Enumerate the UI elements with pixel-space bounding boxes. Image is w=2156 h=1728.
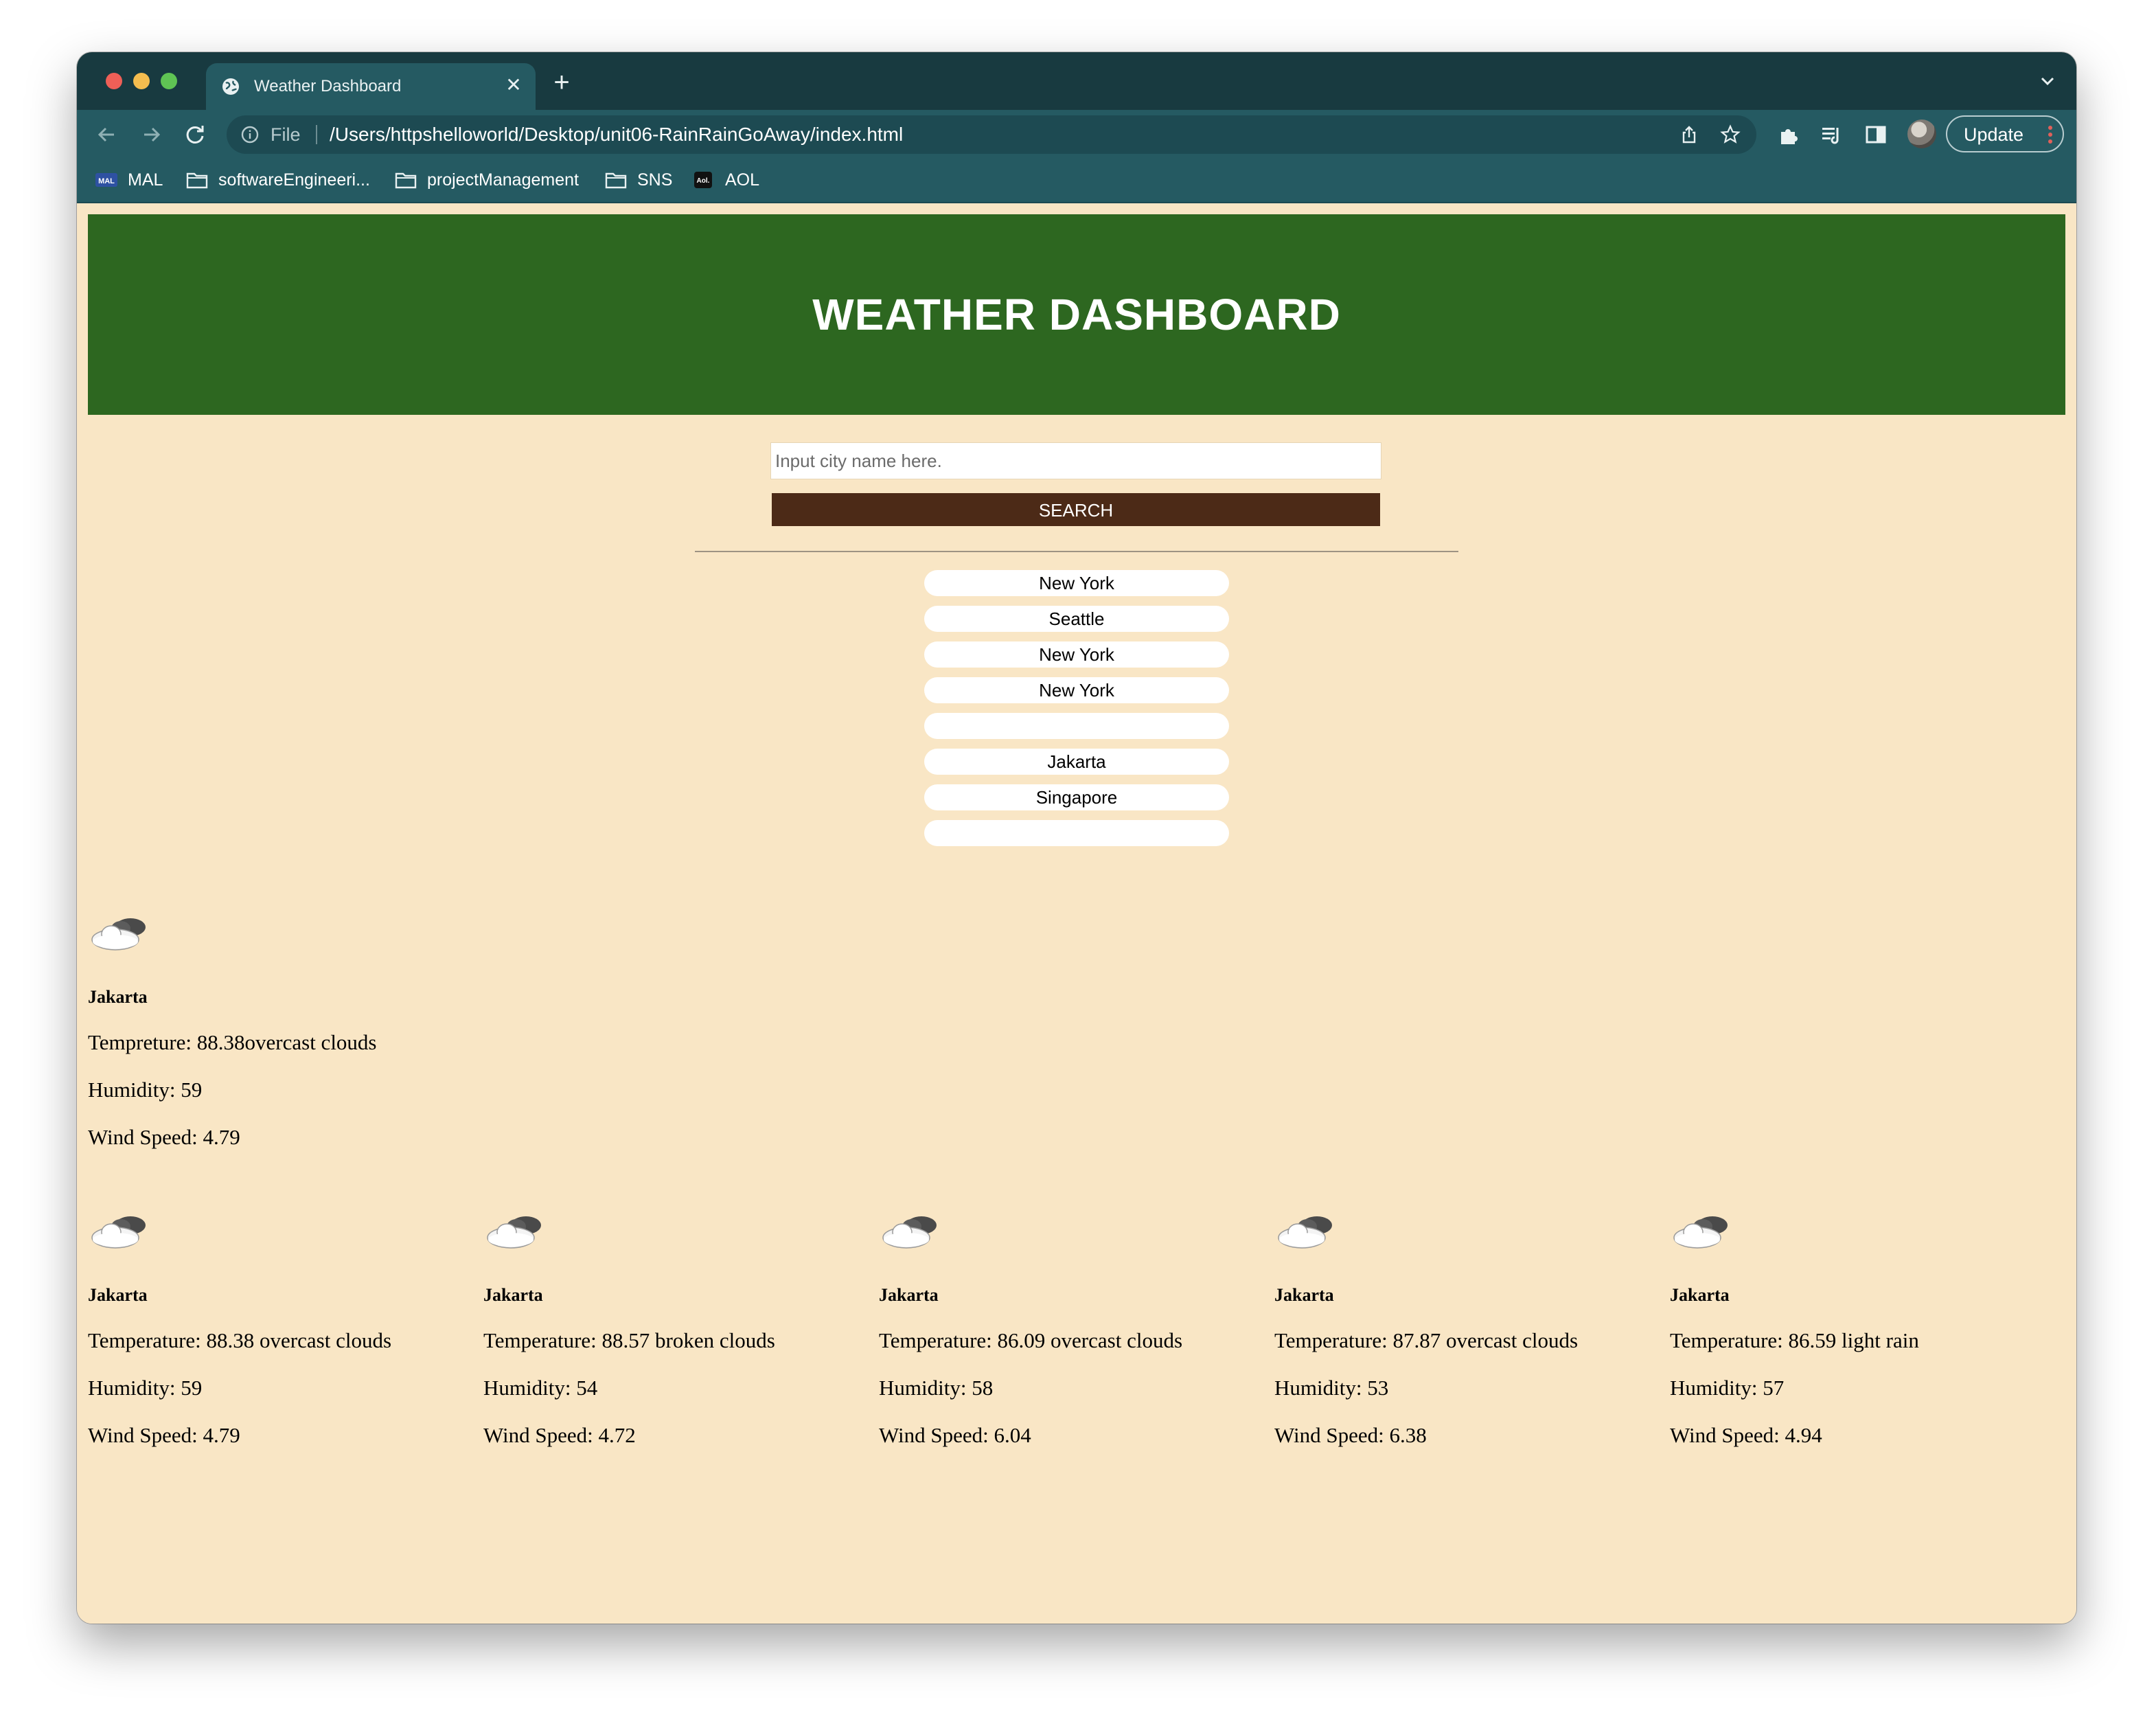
forecast-temperature: Temperature: 87.87 overcast clouds [1274, 1328, 1579, 1352]
current-city: Jakarta [88, 987, 148, 1007]
folder-icon [605, 172, 627, 189]
current-weather-card: Jakarta Tempreture: 88.38overcast clouds… [88, 911, 706, 1150]
forecast-wind-speed: Wind Speed: 6.04 [879, 1423, 1031, 1447]
forecast-humidity: Humidity: 53 [1274, 1376, 1389, 1400]
bookmark-label: softwareEngineeri... [218, 170, 370, 190]
history-city-button[interactable]: New York [924, 570, 1229, 596]
extensions-icon[interactable] [1777, 122, 1802, 147]
forecast-temperature: Temperature: 88.38 overcast clouds [88, 1328, 392, 1352]
forecast-row: Jakarta Temperature: 88.38 overcast clou… [88, 1209, 2065, 1448]
history-city-button[interactable] [924, 820, 1229, 846]
window-close-button[interactable] [106, 73, 122, 89]
forecast-humidity: Humidity: 54 [483, 1376, 598, 1400]
cloud-icon [1673, 1216, 1728, 1249]
reload-icon[interactable] [180, 120, 210, 150]
search-history-list: New York Seattle New York New York Jakar… [924, 570, 1229, 856]
page-title: WEATHER DASHBOARD [812, 290, 1341, 339]
bookmark-folder-project-management[interactable]: projectManagement [394, 168, 579, 192]
update-button[interactable]: Update [1946, 115, 2064, 152]
forecast-card: Jakarta Temperature: 88.38 overcast clou… [88, 1209, 483, 1448]
cloud-icon [91, 1216, 146, 1249]
bookmarks-bar: MAL MAL softwareEngineeri... projectMana… [77, 158, 2076, 203]
folder-icon [186, 172, 208, 189]
address-separator [316, 125, 317, 144]
current-wind-speed: Wind Speed: 4.79 [88, 1125, 240, 1149]
back-icon[interactable] [92, 120, 122, 150]
forecast-wind-speed: Wind Speed: 4.94 [1670, 1423, 1822, 1447]
more-menu-icon[interactable] [2048, 125, 2053, 144]
address-url[interactable]: /Users/httpshelloworld/Desktop/unit06-Ra… [330, 124, 903, 146]
side-panel-icon[interactable] [1863, 122, 1888, 147]
page-header: WEATHER DASHBOARD [88, 214, 2065, 415]
chevron-down-icon[interactable] [2037, 70, 2058, 92]
forecast-wind-speed: Wind Speed: 6.38 [1274, 1423, 1427, 1447]
forecast-humidity: Humidity: 57 [1670, 1376, 1785, 1400]
bookmark-folder-sns[interactable]: SNS [604, 168, 672, 192]
share-icon[interactable] [1678, 124, 1700, 146]
forecast-city: Jakarta [1274, 1285, 1334, 1305]
window-minimize-button[interactable] [133, 73, 150, 89]
bookmark-folder-software-engineering[interactable]: softwareEngineeri... [185, 168, 370, 192]
folder-icon [395, 172, 417, 189]
page-content: WEATHER DASHBOARD SEARCH New York Seattl… [77, 203, 2076, 1624]
current-temperature: Tempreture: 88.38overcast clouds [88, 1030, 377, 1054]
bookmark-label: projectManagement [427, 170, 579, 190]
forecast-city: Jakarta [1670, 1285, 1730, 1305]
bookmark-star-icon[interactable] [1719, 124, 1741, 146]
forecast-city: Jakarta [879, 1285, 939, 1305]
window-maximize-button[interactable] [161, 73, 177, 89]
globe-icon [222, 78, 239, 95]
toolbar: File /Users/httpshelloworld/Desktop/unit… [77, 110, 2076, 158]
history-city-button[interactable]: Singapore [924, 784, 1229, 810]
tab-bar: Weather Dashboard ✕ + [77, 52, 2076, 110]
bookmark-label: AOL [725, 170, 760, 190]
forecast-temperature: Temperature: 86.09 overcast clouds [879, 1328, 1183, 1352]
current-humidity: Humidity: 59 [88, 1078, 203, 1102]
forecast-card: Jakarta Temperature: 86.59 light rain Hu… [1670, 1209, 2065, 1448]
profile-avatar[interactable] [1907, 120, 1936, 148]
forecast-temperature: Temperature: 88.57 broken clouds [483, 1328, 775, 1352]
forward-icon[interactable] [136, 120, 166, 150]
update-button-label: Update [1964, 124, 2024, 145]
svg-text:MAL: MAL [98, 177, 115, 185]
divider [695, 551, 1458, 552]
cloud-icon [882, 1216, 937, 1249]
cloud-icon [91, 918, 146, 951]
info-icon[interactable] [240, 125, 260, 144]
forecast-temperature: Temperature: 86.59 light rain [1670, 1328, 1919, 1352]
history-city-button[interactable]: Seattle [924, 606, 1229, 632]
bookmark-label: MAL [128, 170, 163, 190]
new-tab-icon[interactable]: + [547, 67, 577, 98]
history-city-button[interactable]: New York [924, 677, 1229, 703]
bookmark-label: SNS [637, 170, 673, 190]
forecast-city: Jakarta [88, 1285, 148, 1305]
tab-weather-dashboard[interactable]: Weather Dashboard ✕ [206, 63, 536, 110]
forecast-card: Jakarta Temperature: 86.09 overcast clou… [879, 1209, 1274, 1448]
history-city-button[interactable]: Jakarta [924, 749, 1229, 775]
svg-text:Aol.: Aol. [697, 177, 710, 185]
media-queue-icon[interactable] [1820, 122, 1844, 147]
address-scheme-label: File [271, 124, 301, 145]
forecast-humidity: Humidity: 59 [88, 1376, 203, 1400]
cloud-icon [487, 1216, 541, 1249]
cloud-icon [1278, 1216, 1332, 1249]
forecast-wind-speed: Wind Speed: 4.79 [88, 1423, 240, 1447]
forecast-card: Jakarta Temperature: 87.87 overcast clou… [1274, 1209, 1670, 1448]
search-button[interactable]: SEARCH [772, 493, 1380, 526]
bookmark-mal[interactable]: MAL MAL [95, 168, 163, 192]
tab-title: Weather Dashboard [254, 77, 402, 95]
forecast-card: Jakarta Temperature: 88.57 broken clouds… [483, 1209, 879, 1448]
tab-close-icon[interactable]: ✕ [503, 74, 525, 96]
address-bar[interactable]: File /Users/httpshelloworld/Desktop/unit… [227, 115, 1756, 154]
history-city-button[interactable] [924, 713, 1229, 739]
forecast-wind-speed: Wind Speed: 4.72 [483, 1423, 636, 1447]
history-city-button[interactable]: New York [924, 641, 1229, 668]
mal-icon: MAL [95, 173, 117, 187]
bookmark-aol[interactable]: Aol. AOL [692, 168, 759, 192]
forecast-city: Jakarta [483, 1285, 543, 1305]
aol-icon: Aol. [694, 172, 712, 188]
forecast-humidity: Humidity: 58 [879, 1376, 994, 1400]
browser-window: Weather Dashboard ✕ + File /Users/httpsh… [77, 52, 2076, 1624]
city-search-input[interactable] [770, 442, 1381, 479]
